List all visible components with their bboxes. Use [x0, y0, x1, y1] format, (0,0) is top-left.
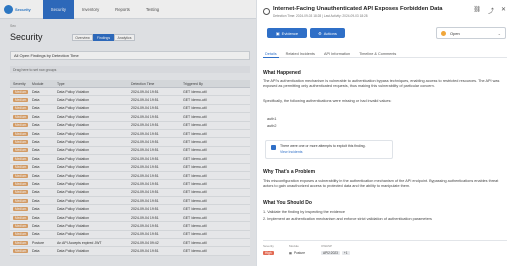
todo-item: 2. Implement an authentication mechanism…: [263, 217, 432, 221]
evidence-button[interactable]: ▣ Evidence: [267, 28, 307, 38]
what-happened-text: The API's authentication mechanism is vu…: [263, 79, 500, 88]
view-incidents-link[interactable]: View Incidents: [280, 150, 303, 154]
chevron-down-icon: ⌄: [497, 30, 501, 36]
actions-icon: ⚙: [318, 30, 322, 36]
finding-footer: Severity High Module ▦ Posture OWASP API2…: [263, 240, 507, 262]
module-label: Module: [289, 244, 299, 248]
actions-label: Actions: [323, 30, 337, 36]
owasp-badge: API2:2023: [321, 251, 340, 255]
tab-api-information[interactable]: API Information: [322, 50, 352, 58]
posture-icon: ▦: [289, 251, 293, 255]
severity-badge: High: [263, 251, 274, 255]
exploit-callout: There were one or more attempts to explo…: [265, 140, 393, 159]
tab-related-incidents[interactable]: Related Incidents: [284, 50, 317, 58]
finding-detail-panel: Internet-Facing Unauthenticated API Expo…: [256, 0, 512, 266]
overlay: [0, 0, 256, 266]
finding-title: Internet-Facing Unauthenticated API Expo…: [273, 6, 443, 12]
todo-item: 1. Validate the finding by inspecting th…: [263, 210, 346, 214]
severity-field: Severity High: [263, 244, 274, 255]
owasp-more-badge[interactable]: +1: [341, 251, 350, 255]
link-icon[interactable]: ⛓: [473, 6, 481, 15]
problem-heading: Why That's a Problem: [263, 169, 316, 175]
owasp-field: OWASP API2:2023 +1: [321, 244, 350, 255]
auth-item: auth2: [267, 124, 277, 128]
module-field: Module ▦ Posture: [289, 244, 305, 255]
what-happened-heading: What Happened: [263, 70, 301, 76]
problem-text: This misconfiguration exposes a vulnerab…: [263, 179, 499, 188]
missing-auth-text: Specifically, the following authenticati…: [263, 99, 392, 103]
actions-button[interactable]: ⚙ Actions: [310, 28, 345, 38]
callout-text: There were one or more attempts to explo…: [280, 144, 366, 148]
evidence-label: Evidence: [281, 30, 299, 36]
share-icon[interactable]: ⤴: [488, 6, 494, 15]
status-dropdown[interactable]: Open ⌄: [436, 27, 506, 39]
tab-timeline-comments[interactable]: Timeline & Comments: [357, 50, 398, 58]
status-dot-icon: [441, 30, 446, 36]
auth-item: auth1: [267, 117, 277, 121]
severity-label: Severity: [263, 244, 274, 248]
tab-details[interactable]: Details: [263, 50, 279, 58]
finding-icon: [263, 8, 270, 15]
security-app: Security Security Inventory Reports Test…: [0, 0, 256, 266]
todo-heading: What You Should Do: [263, 200, 312, 206]
finding-meta: Detection Time: 2024-09-03 18:28 | Last …: [273, 14, 368, 18]
close-icon[interactable]: ✕: [501, 6, 506, 15]
detail-tabs: Details Related Incidents API Informatio…: [263, 50, 507, 58]
module-value: Posture: [294, 251, 306, 255]
owasp-label: OWASP: [321, 244, 333, 248]
evidence-icon: ▣: [275, 30, 280, 36]
status-value: Open: [450, 30, 460, 36]
header-actions: ⛓ ⤴ ✕: [473, 6, 506, 15]
incident-icon: [271, 145, 276, 150]
